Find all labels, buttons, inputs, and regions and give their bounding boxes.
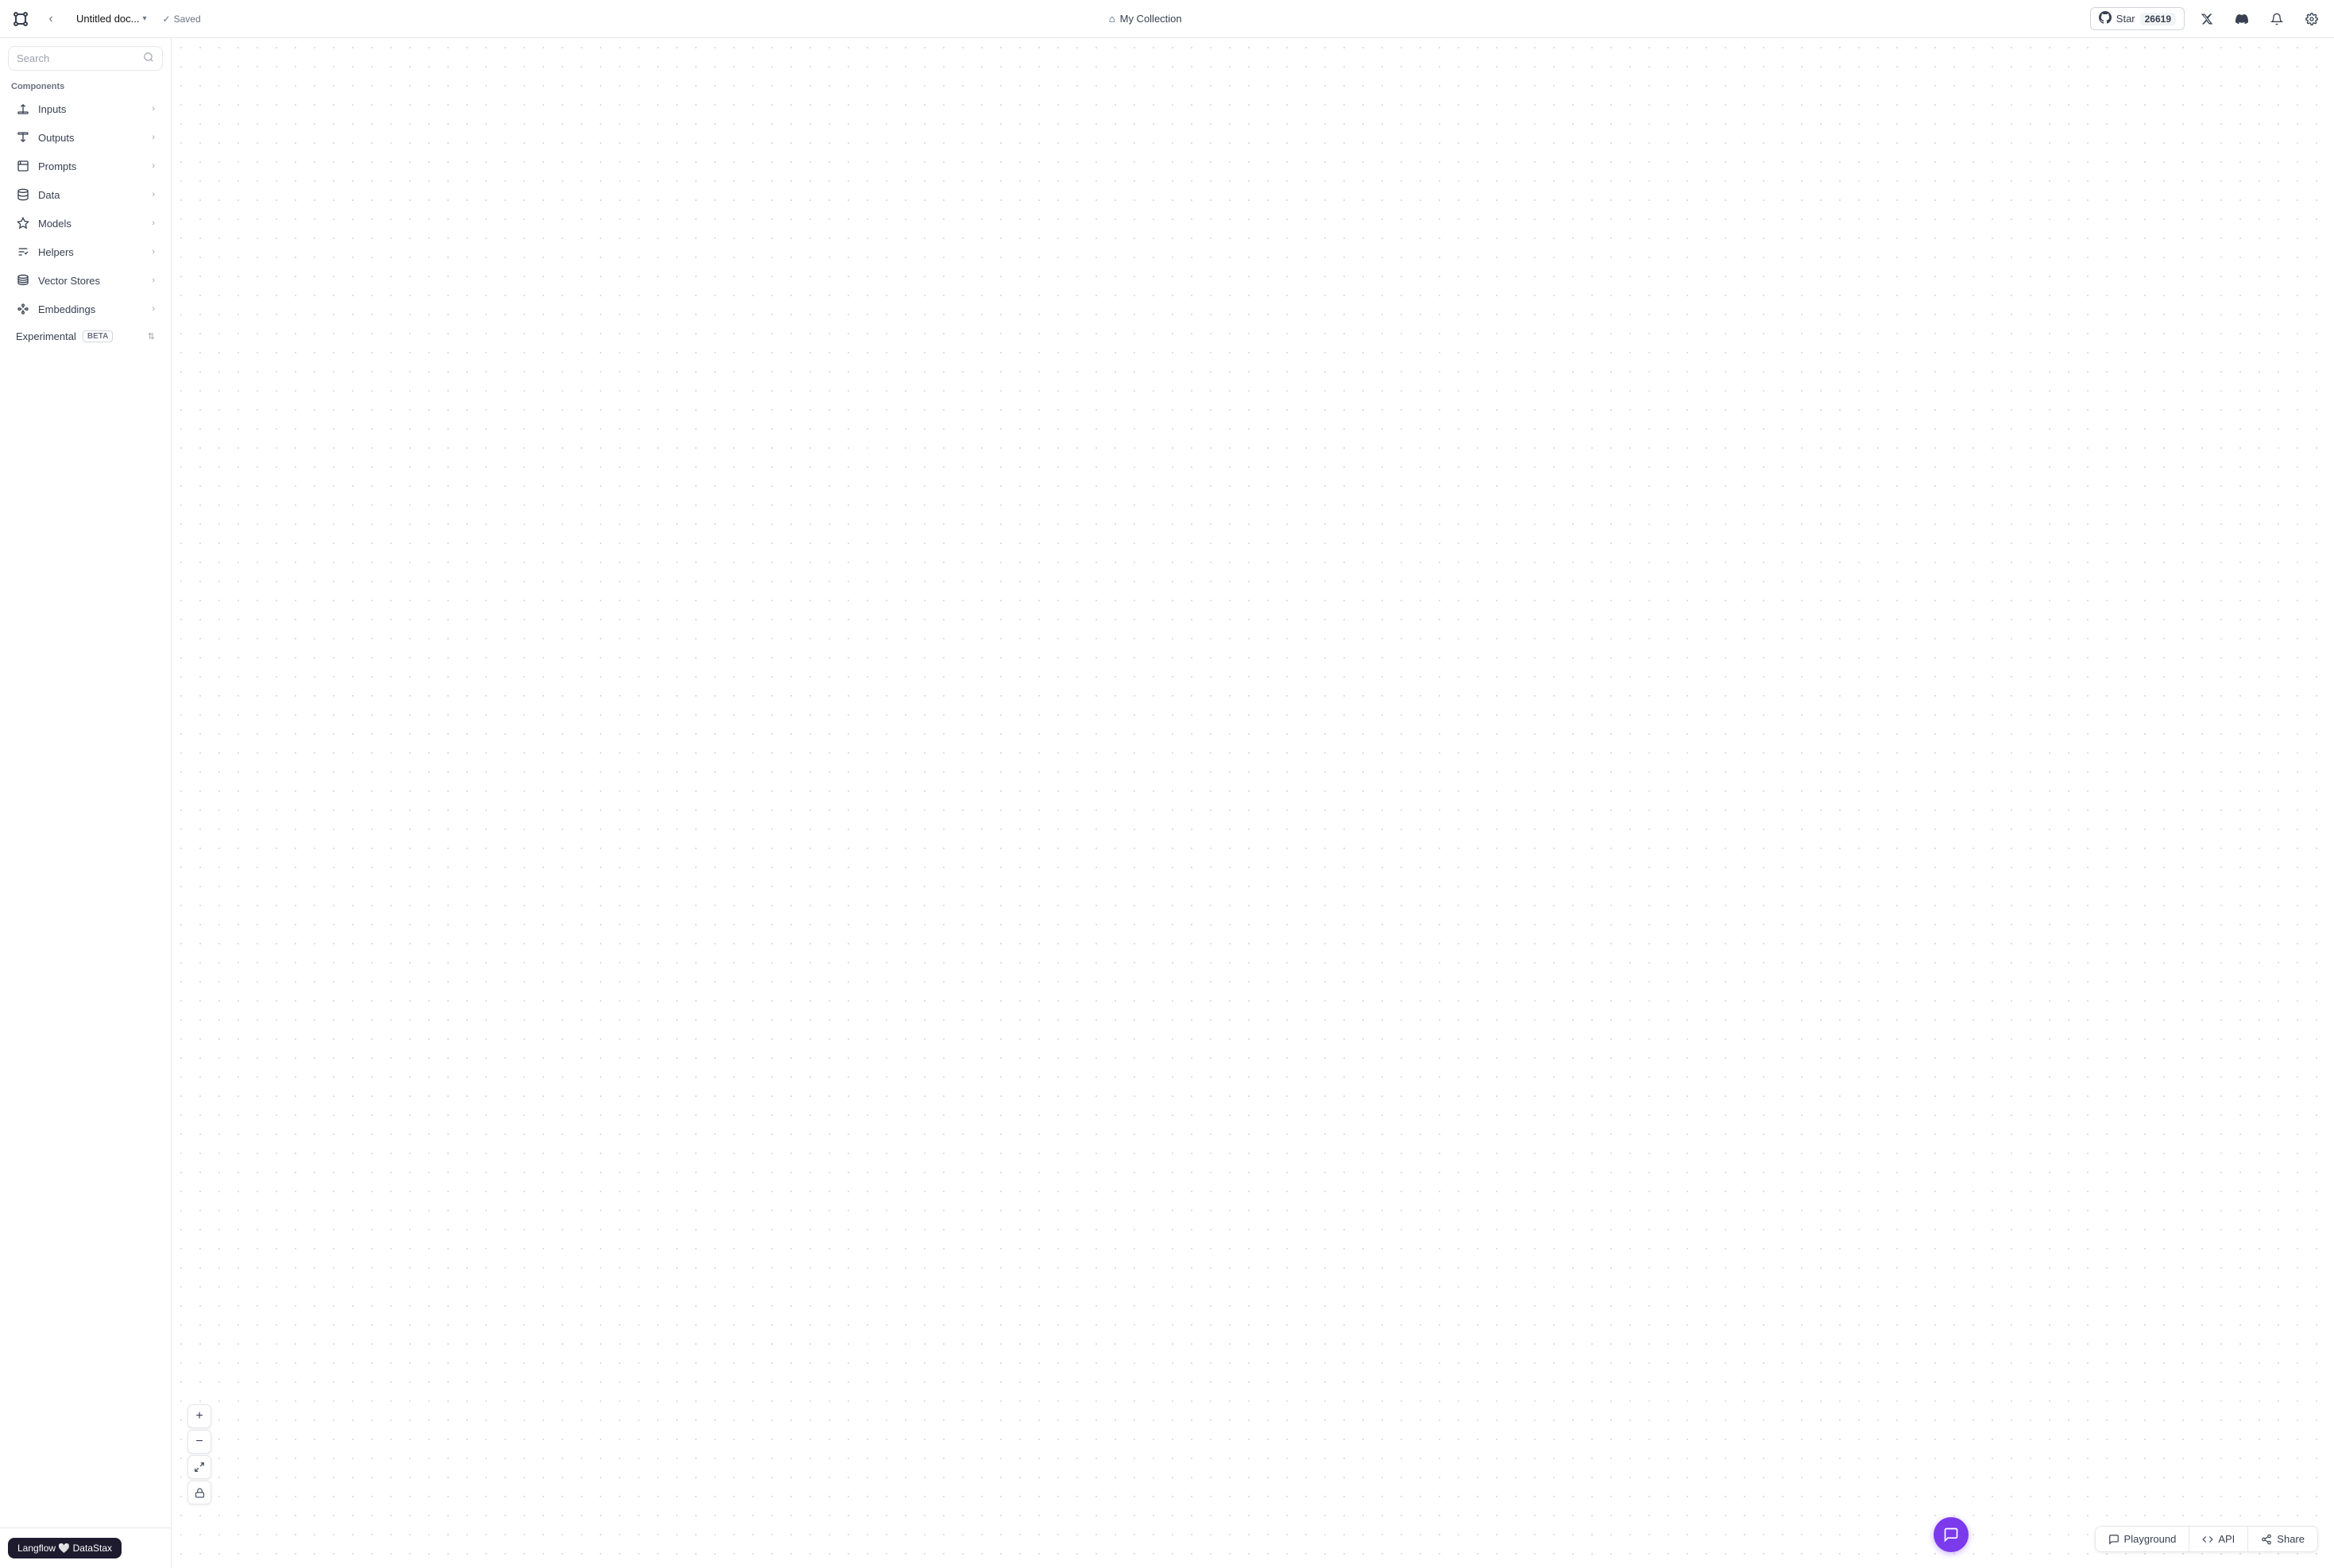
embeddings-icon (16, 302, 30, 316)
chevron-right-icon: › (152, 190, 155, 199)
search-icon (143, 52, 154, 65)
settings-button[interactable] (2299, 6, 2324, 32)
bottom-actions: Playground API Share (2095, 1526, 2318, 1552)
helpers-icon (16, 245, 30, 259)
zoom-in-button[interactable]: + (187, 1404, 211, 1428)
prompts-label: Prompts (38, 160, 76, 172)
chevron-right-icon: › (152, 161, 155, 171)
chevron-right-icon: › (152, 247, 155, 257)
star-count: 26619 (2140, 13, 2176, 25)
search-box[interactable] (8, 46, 163, 71)
langflow-badge[interactable]: Langflow 🤍 DataStax (8, 1538, 122, 1558)
check-icon: ✓ (163, 14, 171, 25)
playground-label: Playground (2124, 1533, 2177, 1545)
chat-bubble-button[interactable] (1934, 1517, 1969, 1552)
saved-status: ✓ Saved (163, 14, 201, 25)
star-label: Star (2116, 13, 2135, 25)
api-label: API (2218, 1533, 2235, 1545)
expand-icon: ⇅ (148, 331, 155, 342)
sidebar: Components Inputs › (0, 38, 172, 1568)
langflow-label: Langflow 🤍 DataStax (17, 1543, 112, 1554)
back-button[interactable]: ‹ (38, 6, 64, 32)
twitter-button[interactable] (2194, 6, 2220, 32)
playground-button[interactable]: Playground (2096, 1527, 2190, 1551)
app-logo (10, 8, 32, 30)
sidebar-item-outputs[interactable]: Outputs › (5, 124, 166, 151)
sidebar-item-data[interactable]: Data › (5, 181, 166, 208)
chevron-right-icon: › (152, 304, 155, 314)
fit-view-button[interactable] (187, 1455, 211, 1479)
notifications-button[interactable] (2264, 6, 2290, 32)
zoom-out-button[interactable]: − (187, 1430, 211, 1454)
sidebar-item-prompts[interactable]: Prompts › (5, 153, 166, 180)
sidebar-item-models[interactable]: Models › (5, 210, 166, 237)
chevron-right-icon: › (152, 276, 155, 285)
vector-stores-icon (16, 273, 30, 288)
models-icon (16, 216, 30, 230)
lock-button[interactable] (187, 1481, 211, 1504)
sidebar-item-vector-stores[interactable]: Vector Stores › (5, 267, 166, 294)
header-center: ⌂ My Collection (207, 13, 2084, 25)
zoom-controls: + − (187, 1404, 211, 1504)
chevron-right-icon: › (152, 133, 155, 142)
sidebar-item-helpers[interactable]: Helpers › (5, 238, 166, 265)
components-label: Components (0, 77, 171, 95)
saved-label: Saved (174, 14, 201, 25)
experimental-label: Experimental (16, 330, 76, 342)
share-button[interactable]: Share (2248, 1527, 2317, 1551)
github-star-button[interactable]: Star 26619 (2090, 7, 2185, 30)
prompts-icon (16, 159, 30, 173)
models-label: Models (38, 218, 71, 230)
canvas: + − (172, 38, 2334, 1568)
sidebar-item-embeddings[interactable]: Embeddings › (5, 295, 166, 322)
data-label: Data (38, 189, 60, 201)
share-label: Share (2277, 1533, 2305, 1545)
inputs-icon (16, 102, 30, 116)
vector-stores-label: Vector Stores (38, 275, 100, 287)
data-icon (16, 187, 30, 202)
helpers-label: Helpers (38, 246, 74, 258)
main-layout: Components Inputs › (0, 38, 2334, 1568)
discord-button[interactable] (2229, 6, 2255, 32)
experimental-section[interactable]: Experimental BETA ⇅ (5, 324, 166, 349)
embeddings-label: Embeddings (38, 303, 95, 315)
chevron-down-icon: ▾ (143, 14, 147, 23)
beta-badge: BETA (83, 330, 113, 342)
sidebar-footer: Langflow 🤍 DataStax (0, 1527, 171, 1568)
collection-label: My Collection (1120, 13, 1182, 25)
home-icon: ⌂ (1109, 13, 1115, 25)
outputs-icon (16, 130, 30, 145)
sidebar-item-inputs[interactable]: Inputs › (5, 95, 166, 122)
search-input[interactable] (17, 52, 138, 64)
inputs-label: Inputs (38, 103, 66, 115)
header-right: Star 26619 (2090, 6, 2324, 32)
doc-title: Untitled doc... (76, 13, 140, 25)
header: ‹ Untitled doc... ▾ ✓ Saved ⌂ My Collect… (0, 0, 2334, 38)
outputs-label: Outputs (38, 132, 75, 144)
github-icon (2099, 11, 2112, 26)
api-button[interactable]: API (2189, 1527, 2248, 1551)
chevron-right-icon: › (152, 104, 155, 114)
doc-selector[interactable]: Untitled doc... ▾ (70, 10, 153, 28)
chevron-right-icon: › (152, 218, 155, 228)
